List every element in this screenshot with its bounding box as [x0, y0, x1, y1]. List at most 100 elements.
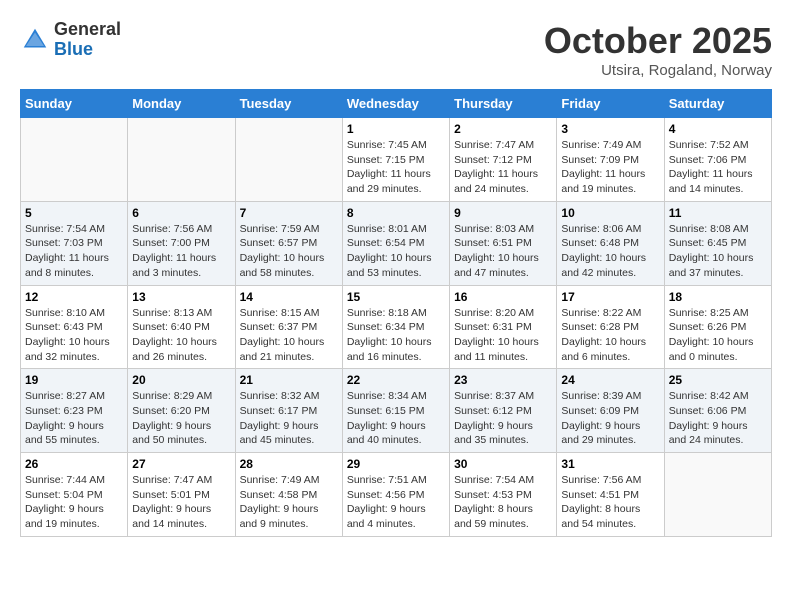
calendar-cell: 12 Sunrise: 8:10 AM Sunset: 6:43 PM Dayli…	[21, 285, 128, 369]
day-info: Sunrise: 8:42 AM Sunset: 6:06 PM Dayligh…	[669, 389, 767, 448]
calendar-cell	[664, 453, 771, 537]
calendar-cell: 14Sunrise: 8:15 AM Sunset: 6:37 PM Dayli…	[235, 285, 342, 369]
day-info: Sunrise: 7:49 AM Sunset: 4:58 PM Dayligh…	[240, 473, 338, 532]
calendar-week-row: 1Sunrise: 7:45 AM Sunset: 7:15 PM Daylig…	[21, 118, 772, 202]
day-number: 5	[25, 206, 123, 220]
day-info: Sunrise: 7:44 AM Sunset: 5:04 PM Dayligh…	[25, 473, 123, 532]
calendar-cell: 9 Sunrise: 8:03 AM Sunset: 6:51 PM Daylig…	[450, 201, 557, 285]
day-number: 21	[240, 373, 338, 387]
day-number: 15	[347, 290, 445, 304]
day-number: 2	[454, 122, 552, 136]
day-number: 22	[347, 373, 445, 387]
calendar-cell: 6 Sunrise: 7:56 AM Sunset: 7:00 PM Daylig…	[128, 201, 235, 285]
day-info: Sunrise: 7:54 AM Sunset: 7:03 PM Dayligh…	[25, 222, 123, 281]
calendar-cell: 25 Sunrise: 8:42 AM Sunset: 6:06 PM Dayli…	[664, 369, 771, 453]
calendar-header-row: SundayMondayTuesdayWednesdayThursdayFrid…	[21, 90, 772, 118]
day-of-week-header: Tuesday	[235, 90, 342, 118]
day-info: Sunrise: 8:18 AM Sunset: 6:34 PM Dayligh…	[347, 306, 445, 365]
calendar-cell: 15 Sunrise: 8:18 AM Sunset: 6:34 PM Dayli…	[342, 285, 449, 369]
location-text: Utsira, Rogaland, Norway	[544, 62, 772, 79]
day-number: 16	[454, 290, 552, 304]
day-number: 14	[240, 290, 338, 304]
day-of-week-header: Saturday	[664, 90, 771, 118]
calendar-cell: 23 Sunrise: 8:37 AM Sunset: 6:12 PM Dayli…	[450, 369, 557, 453]
calendar-cell: 30Sunrise: 7:54 AM Sunset: 4:53 PM Dayli…	[450, 453, 557, 537]
day-info: Sunrise: 8:22 AM Sunset: 6:28 PM Dayligh…	[561, 306, 659, 365]
day-number: 26	[25, 457, 123, 471]
day-number: 31	[561, 457, 659, 471]
calendar-cell: 29 Sunrise: 7:51 AM Sunset: 4:56 PM Dayli…	[342, 453, 449, 537]
day-info: Sunrise: 8:13 AM Sunset: 6:40 PM Dayligh…	[132, 306, 230, 365]
day-info: Sunrise: 8:34 AM Sunset: 6:15 PM Dayligh…	[347, 389, 445, 448]
day-number: 6	[132, 206, 230, 220]
day-number: 4	[669, 122, 767, 136]
day-number: 20	[132, 373, 230, 387]
calendar-cell: 19Sunrise: 8:27 AM Sunset: 6:23 PM Dayli…	[21, 369, 128, 453]
page-header: General Blue October 2025 Utsira, Rogala…	[20, 20, 772, 79]
day-number: 17	[561, 290, 659, 304]
day-info: Sunrise: 7:52 AM Sunset: 7:06 PM Dayligh…	[669, 138, 767, 197]
calendar-cell: 16 Sunrise: 8:20 AM Sunset: 6:31 PM Dayli…	[450, 285, 557, 369]
calendar-cell: 31Sunrise: 7:56 AM Sunset: 4:51 PM Dayli…	[557, 453, 664, 537]
day-of-week-header: Sunday	[21, 90, 128, 118]
logo: General Blue	[20, 20, 121, 60]
calendar-cell: 17 Sunrise: 8:22 AM Sunset: 6:28 PM Dayli…	[557, 285, 664, 369]
day-number: 28	[240, 457, 338, 471]
day-info: Sunrise: 7:56 AM Sunset: 7:00 PM Dayligh…	[132, 222, 230, 281]
logo-blue-text: Blue	[54, 40, 121, 60]
calendar-cell: 8Sunrise: 8:01 AM Sunset: 6:54 PM Daylig…	[342, 201, 449, 285]
day-info: Sunrise: 8:25 AM Sunset: 6:26 PM Dayligh…	[669, 306, 767, 365]
calendar-cell: 3Sunrise: 7:49 AM Sunset: 7:09 PM Daylig…	[557, 118, 664, 202]
day-info: Sunrise: 7:51 AM Sunset: 4:56 PM Dayligh…	[347, 473, 445, 532]
day-number: 29	[347, 457, 445, 471]
calendar-cell: 1Sunrise: 7:45 AM Sunset: 7:15 PM Daylig…	[342, 118, 449, 202]
day-number: 18	[669, 290, 767, 304]
day-info: Sunrise: 8:03 AM Sunset: 6:51 PM Dayligh…	[454, 222, 552, 281]
day-of-week-header: Wednesday	[342, 90, 449, 118]
calendar-cell: 20Sunrise: 8:29 AM Sunset: 6:20 PM Dayli…	[128, 369, 235, 453]
day-number: 8	[347, 206, 445, 220]
calendar-cell: 22 Sunrise: 8:34 AM Sunset: 6:15 PM Dayli…	[342, 369, 449, 453]
title-block: October 2025 Utsira, Rogaland, Norway	[544, 20, 772, 79]
calendar-table: SundayMondayTuesdayWednesdayThursdayFrid…	[20, 89, 772, 537]
day-number: 23	[454, 373, 552, 387]
day-of-week-header: Monday	[128, 90, 235, 118]
calendar-cell: 7Sunrise: 7:59 AM Sunset: 6:57 PM Daylig…	[235, 201, 342, 285]
day-number: 27	[132, 457, 230, 471]
calendar-cell: 26 Sunrise: 7:44 AM Sunset: 5:04 PM Dayli…	[21, 453, 128, 537]
day-info: Sunrise: 8:06 AM Sunset: 6:48 PM Dayligh…	[561, 222, 659, 281]
month-title: October 2025	[544, 20, 772, 62]
calendar-cell: 10 Sunrise: 8:06 AM Sunset: 6:48 PM Dayli…	[557, 201, 664, 285]
calendar-cell	[21, 118, 128, 202]
calendar-week-row: 19Sunrise: 8:27 AM Sunset: 6:23 PM Dayli…	[21, 369, 772, 453]
day-number: 25	[669, 373, 767, 387]
day-info: Sunrise: 7:59 AM Sunset: 6:57 PM Dayligh…	[240, 222, 338, 281]
calendar-cell: 18 Sunrise: 8:25 AM Sunset: 6:26 PM Dayli…	[664, 285, 771, 369]
logo-general-text: General	[54, 20, 121, 40]
day-info: Sunrise: 8:20 AM Sunset: 6:31 PM Dayligh…	[454, 306, 552, 365]
day-number: 19	[25, 373, 123, 387]
day-of-week-header: Friday	[557, 90, 664, 118]
calendar-cell: 21Sunrise: 8:32 AM Sunset: 6:17 PM Dayli…	[235, 369, 342, 453]
calendar-cell: 4 Sunrise: 7:52 AM Sunset: 7:06 PM Daylig…	[664, 118, 771, 202]
calendar-cell: 28 Sunrise: 7:49 AM Sunset: 4:58 PM Dayli…	[235, 453, 342, 537]
day-number: 11	[669, 206, 767, 220]
day-number: 9	[454, 206, 552, 220]
calendar-cell: 2 Sunrise: 7:47 AM Sunset: 7:12 PM Daylig…	[450, 118, 557, 202]
day-number: 10	[561, 206, 659, 220]
day-of-week-header: Thursday	[450, 90, 557, 118]
calendar-cell: 5 Sunrise: 7:54 AM Sunset: 7:03 PM Daylig…	[21, 201, 128, 285]
calendar-cell: 13Sunrise: 8:13 AM Sunset: 6:40 PM Dayli…	[128, 285, 235, 369]
day-info: Sunrise: 8:39 AM Sunset: 6:09 PM Dayligh…	[561, 389, 659, 448]
logo-icon	[20, 25, 50, 55]
day-number: 12	[25, 290, 123, 304]
day-info: Sunrise: 7:47 AM Sunset: 7:12 PM Dayligh…	[454, 138, 552, 197]
day-info: Sunrise: 8:37 AM Sunset: 6:12 PM Dayligh…	[454, 389, 552, 448]
calendar-cell	[235, 118, 342, 202]
day-number: 3	[561, 122, 659, 136]
calendar-week-row: 12 Sunrise: 8:10 AM Sunset: 6:43 PM Dayli…	[21, 285, 772, 369]
day-info: Sunrise: 8:10 AM Sunset: 6:43 PM Dayligh…	[25, 306, 123, 365]
calendar-cell: 11Sunrise: 8:08 AM Sunset: 6:45 PM Dayli…	[664, 201, 771, 285]
day-number: 24	[561, 373, 659, 387]
calendar-week-row: 26 Sunrise: 7:44 AM Sunset: 5:04 PM Dayli…	[21, 453, 772, 537]
